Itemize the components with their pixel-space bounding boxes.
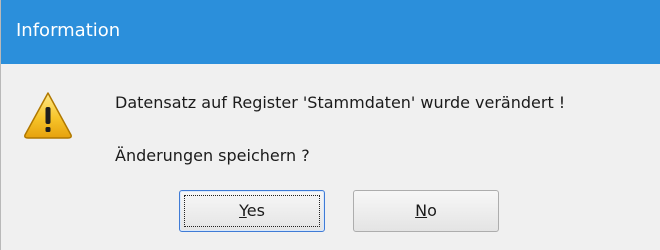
information-dialog: Information Datensatz auf Register 'Stam… [0,0,660,250]
yes-button[interactable]: Yes [179,190,325,232]
no-button-mnemonic: N [415,201,428,220]
message-text-save-question: Änderungen speichern ? [115,146,310,165]
warning-icon [24,92,72,139]
no-button-label: o [427,201,437,220]
dialog-title: Information [16,20,121,41]
title-bar: Information [1,0,660,64]
no-button[interactable]: No [353,190,499,232]
yes-button-label: es [246,201,265,220]
yes-button-mnemonic: Y [239,201,247,220]
message-text-modified: Datensatz auf Register 'Stammdaten' wurd… [115,93,566,112]
